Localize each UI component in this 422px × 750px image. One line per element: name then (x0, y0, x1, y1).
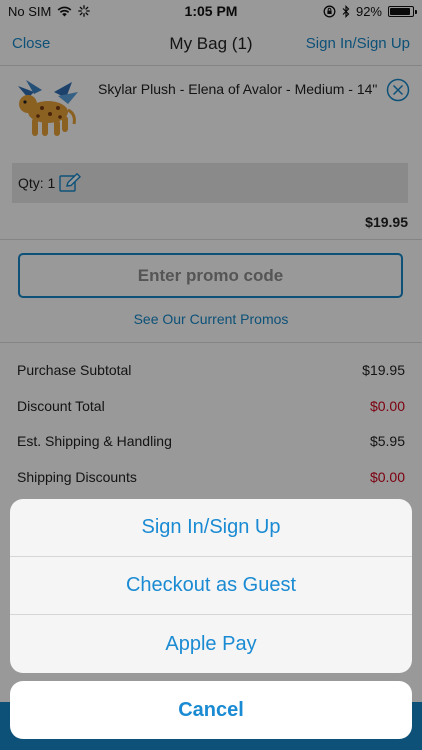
action-checkout-guest-button[interactable]: Checkout as Guest (10, 557, 412, 615)
action-apple-pay-button[interactable]: Apple Pay (10, 615, 412, 673)
action-sheet: Sign In/Sign Up Checkout as Guest Apple … (10, 499, 412, 673)
action-cancel-button[interactable]: Cancel (10, 681, 412, 739)
action-sign-in-button[interactable]: Sign In/Sign Up (10, 499, 412, 557)
